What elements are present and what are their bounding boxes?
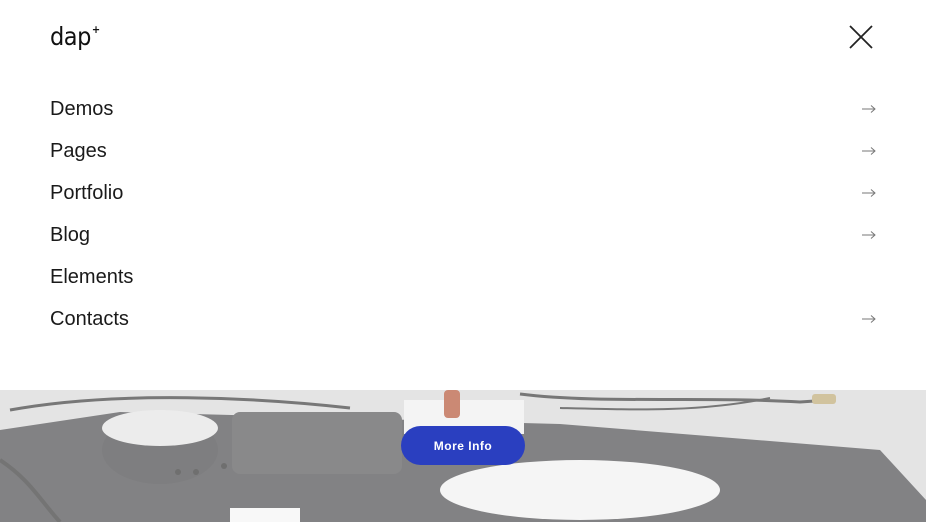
arrow-right-icon[interactable] [861,188,877,198]
arrow-right-icon[interactable] [861,146,877,156]
overlay-menu: dap+ Demos Pages Portfolio Blog Elements… [0,0,926,390]
close-button[interactable] [848,24,874,50]
more-info-button[interactable]: More Info [401,426,525,465]
nav-item-label: Portfolio [50,181,124,204]
nav-item-label: Elements [50,265,134,288]
nav-item-contacts[interactable]: Contacts [50,298,880,340]
nav-item-label: Demos [50,97,114,120]
nav-item-demos[interactable]: Demos [50,88,880,130]
logo-text: dap [50,22,91,51]
arrow-right-icon[interactable] [861,314,877,324]
page: dap+ Demos Pages Portfolio Blog Elements… [0,0,926,522]
logo-superscript: + [91,23,100,36]
close-icon [849,25,873,49]
nav-item-portfolio[interactable]: Portfolio [50,172,880,214]
arrow-right-icon[interactable] [861,230,877,240]
nav-item-blog[interactable]: Blog [50,214,880,256]
main-nav: Demos Pages Portfolio Blog Elements Cont… [50,88,880,340]
nav-item-pages[interactable]: Pages [50,130,880,172]
nav-item-label: Pages [50,139,107,162]
nav-item-elements[interactable]: Elements [50,256,880,298]
nav-item-label: Blog [50,223,91,246]
nav-item-label: Contacts [50,307,129,330]
hero-section: More Info [0,390,926,522]
logo[interactable]: dap+ [50,22,100,51]
arrow-right-icon[interactable] [861,104,877,114]
